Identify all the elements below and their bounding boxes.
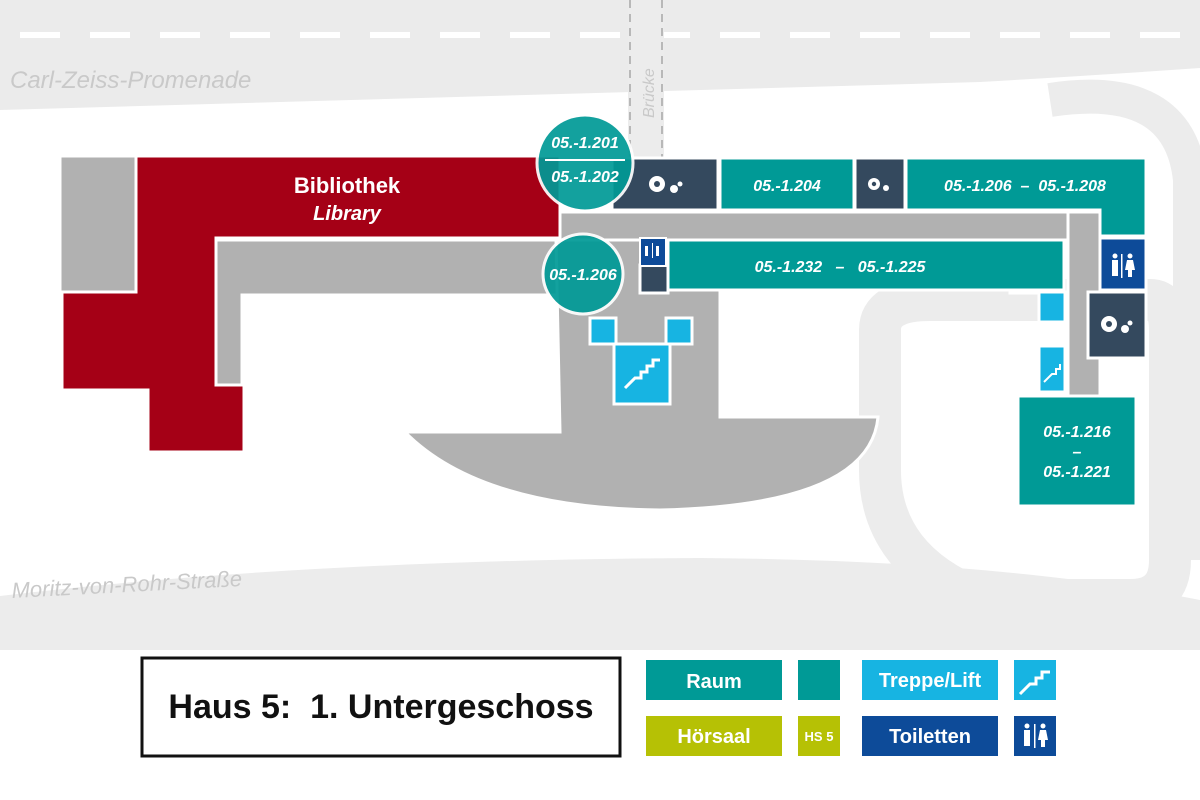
bridge-label: Brücke [641,68,658,118]
library-subtitle: Library [313,203,382,225]
legend-lecture-sample: HS 5 [805,729,834,744]
legend-room-label: Raum [686,671,742,693]
room-1202-label: 05.-1.202 [551,169,619,186]
legend-toilets-label: Toiletten [889,726,971,748]
room-1204-label: 05.-1.204 [753,178,821,195]
legend-stairs-label: Treppe/Lift [879,670,982,692]
toilet-room [1098,236,1148,292]
room-1206-1208-label: 05.-1.206 – 05.-1.208 [944,178,1106,195]
room-1206-label: 05.-1.206 [549,267,617,284]
library-title: Bibliothek [294,173,401,198]
room-1201-label: 05.-1.201 [551,135,619,152]
room-dash-label: – [1073,444,1082,461]
street-north-label: Carl-Zeiss-Promenade [10,67,251,94]
room-1216-label: 05.-1.216 [1043,424,1111,441]
room-marker-1201-1202: 05.-1.201 05.-1.202 [535,113,635,213]
room-marker-1206: 05.-1.206 [541,232,625,316]
floor-title: Haus 5: 1. Untergeschoss [168,688,593,726]
room-1232-1225-label: 05.-1.232 – 05.-1.225 [755,259,927,276]
room-1221-label: 05.-1.221 [1043,464,1111,481]
floor-plan-map: Brücke Carl-Zeiss-Promenade Moritz-von-R… [0,0,1200,800]
legend-lecture-label: Hörsaal [677,726,750,748]
